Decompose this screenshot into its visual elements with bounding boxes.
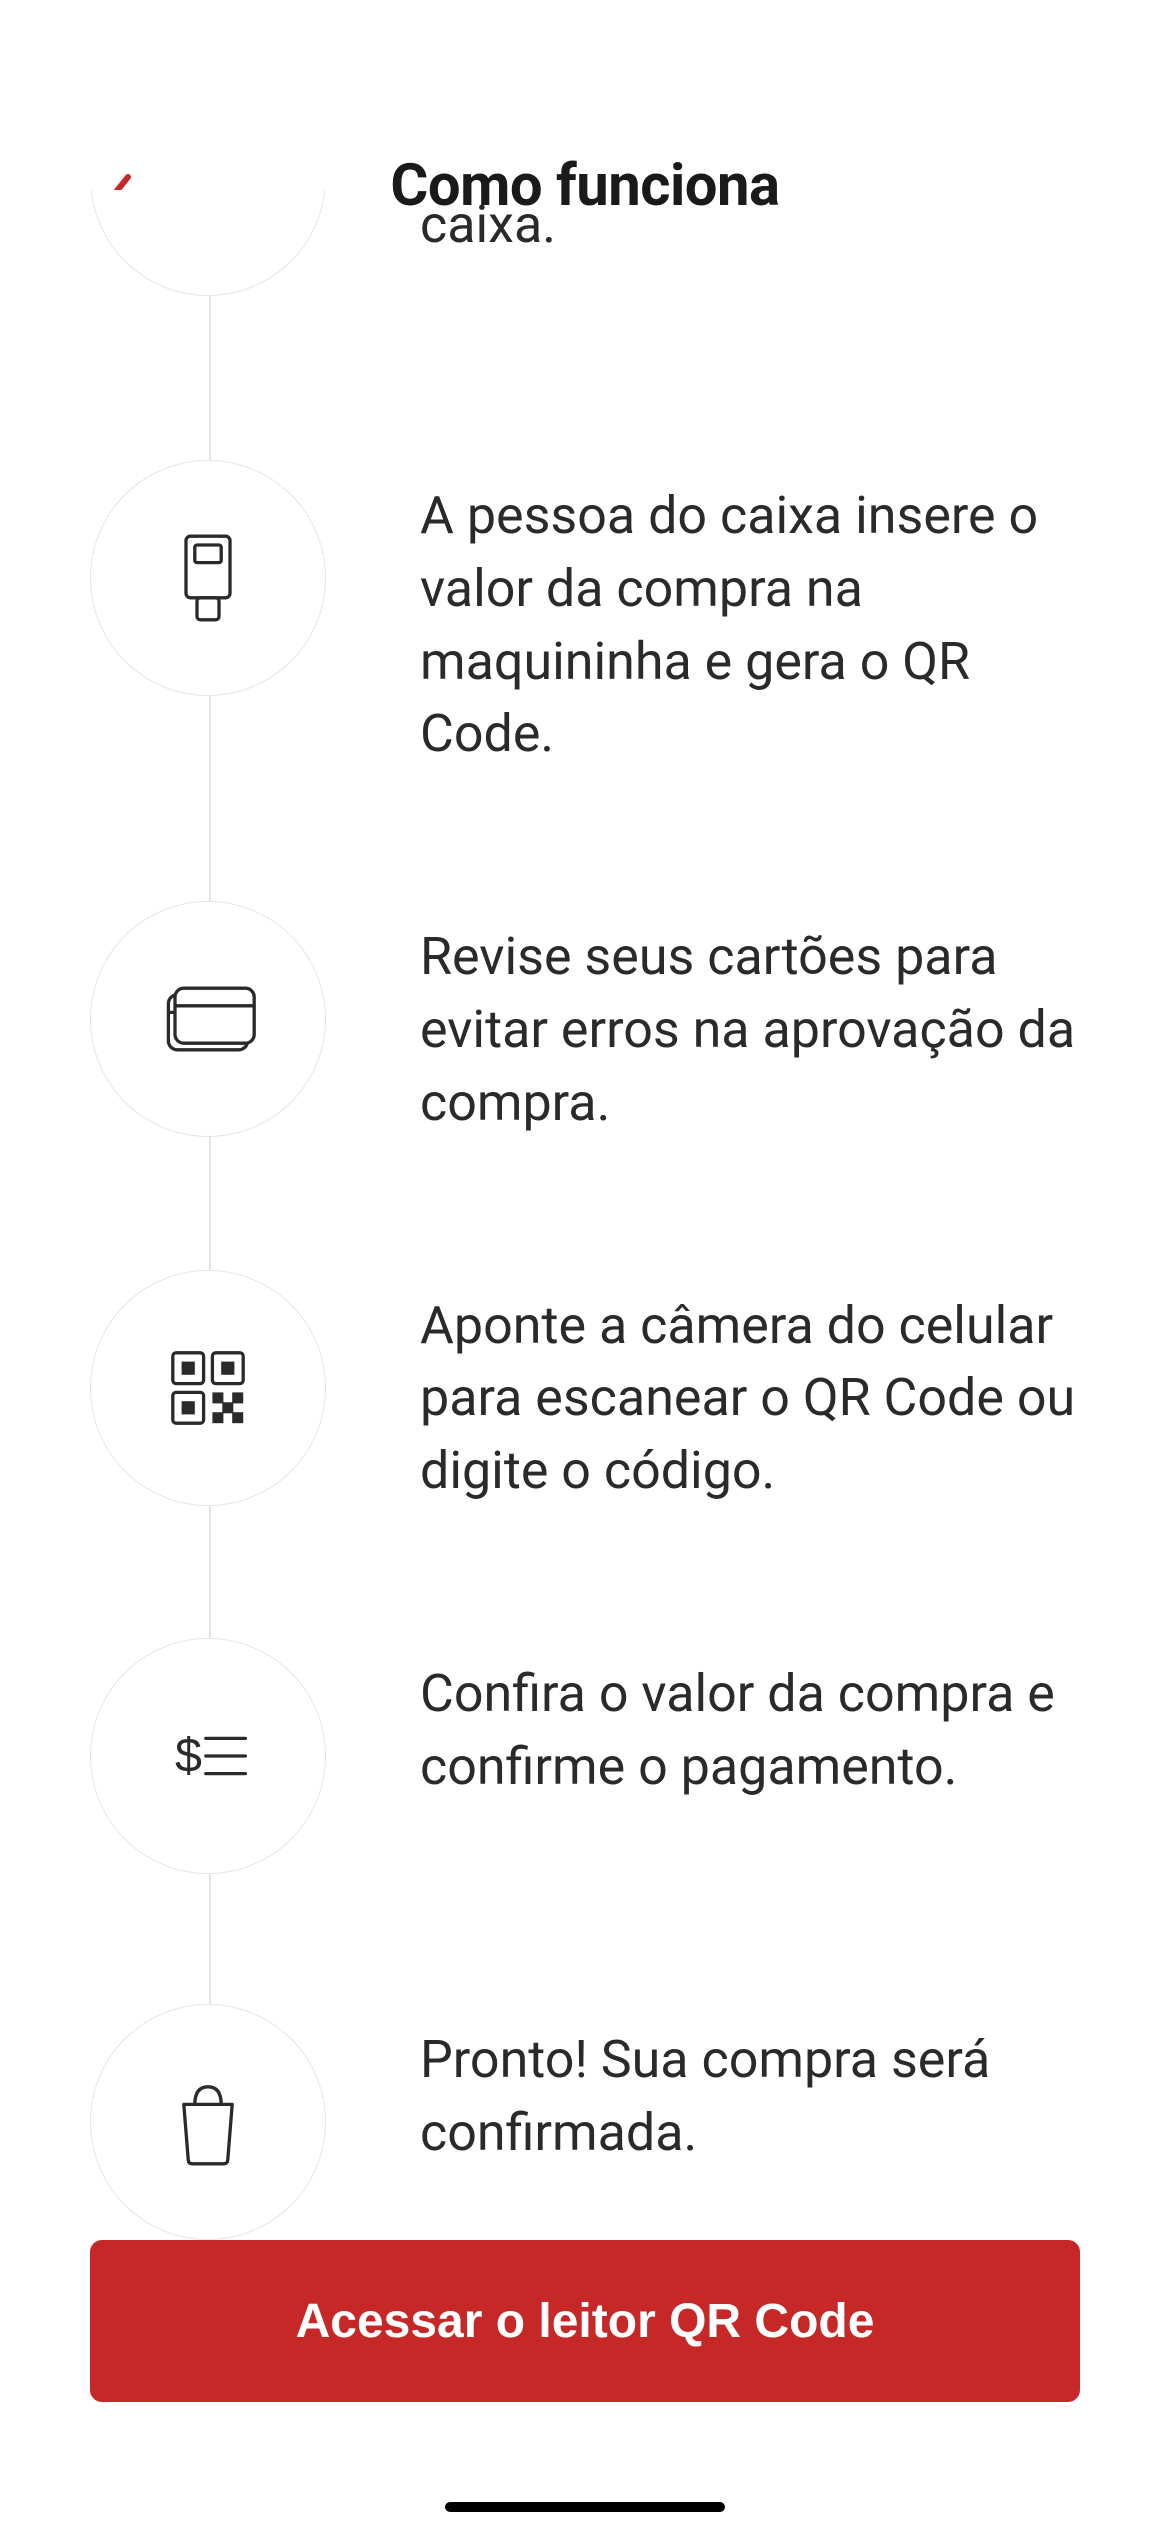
- step-complete: Pronto! Sua compra será confirmada.: [90, 2004, 1080, 2240]
- svg-text:$: $: [175, 1728, 202, 1782]
- step-text: Revise seus cartões para evitar erros na…: [420, 901, 1080, 1139]
- pos-terminal-icon: [153, 523, 263, 633]
- step-text-partial: caixa.: [420, 180, 556, 255]
- step-icon-circle: [90, 2004, 326, 2240]
- step-text: Pronto! Sua compra será confirmada.: [420, 2004, 1080, 2170]
- step-scan-qr: Aponte a câmera do celular para escanear…: [90, 1270, 1080, 1508]
- credit-card-icon: [153, 964, 263, 1074]
- step-confirm-payment: $ Confira o valor da compra e confirme o…: [90, 1638, 1080, 1874]
- step-icon-circle: $: [90, 1638, 326, 1874]
- content-area: caixa. A pessoa do caixa insere o valor …: [0, 260, 1170, 2532]
- step-text: Confira o valor da compra e confirme o p…: [420, 1638, 1080, 1804]
- step-review-cards: Revise seus cartões para evitar erros na…: [90, 901, 1080, 1139]
- step-text: A pessoa do caixa insere o valor da comp…: [420, 460, 1080, 771]
- shopping-bag-icon: [153, 2067, 263, 2177]
- step-icon-circle: [90, 460, 326, 696]
- step-pos-machine: A pessoa do caixa insere o valor da comp…: [90, 460, 1080, 771]
- step-icon-circle: [90, 901, 326, 1137]
- steps-timeline: caixa. A pessoa do caixa insere o valor …: [90, 260, 1080, 2240]
- step-text: Aponte a câmera do celular para escanear…: [420, 1270, 1080, 1508]
- receipt-icon: $: [153, 1701, 263, 1811]
- home-indicator[interactable]: [445, 2502, 725, 2512]
- cta-container: Acessar o leitor QR Code: [90, 2240, 1080, 2402]
- access-qr-reader-button[interactable]: Acessar o leitor QR Code: [90, 2240, 1080, 2402]
- qr-code-icon: [153, 1333, 263, 1443]
- step-icon-circle: [90, 1270, 326, 1506]
- step-icon-partial: [90, 190, 326, 300]
